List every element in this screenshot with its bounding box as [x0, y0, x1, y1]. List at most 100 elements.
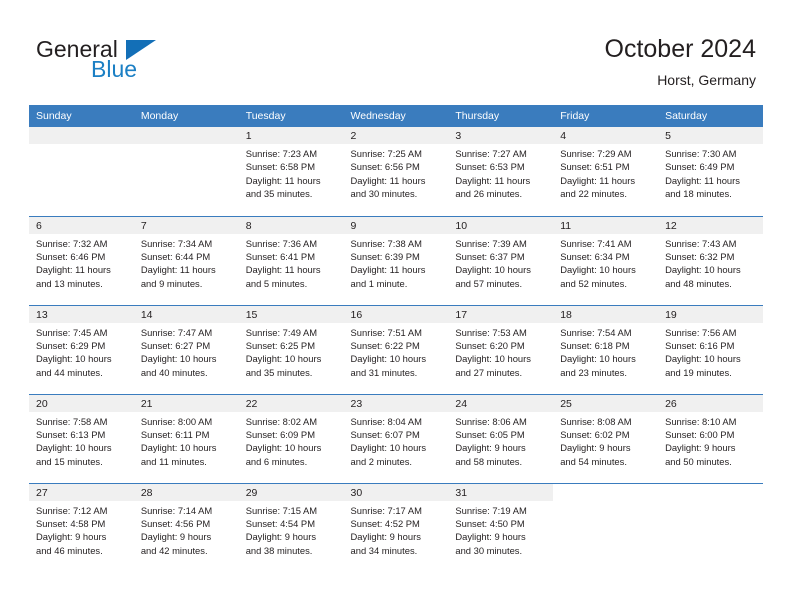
day-detail-line: and 9 minutes. [140, 277, 203, 289]
weekday-header-thursday: Thursday [448, 105, 554, 127]
day-details: Sunrise: 7:45 AM Sunset: 6:29 PM Daylight:… [29, 323, 134, 380]
calendar-day-cell[interactable]: 4 Sunrise: 7:29 AM Sunset: 6:51 PM Daylight… [553, 127, 659, 216]
day-detail-line: and 35 minutes. [245, 188, 313, 200]
day-details: Sunrise: 7:39 AM Sunset: 6:37 PM Daylight:… [448, 234, 553, 291]
day-number: 8 [238, 216, 344, 234]
calendar-day-cell[interactable]: 7 Sunrise: 7:34 AM Sunset: 6:44 PM Daylight… [133, 215, 239, 305]
day-detail-line: Sunrise: 7:27 AM [455, 148, 527, 159]
day-detail-line: Sunrise: 8:04 AM [350, 415, 422, 427]
day-detail-line: Sunrise: 7:47 AM [140, 326, 213, 338]
day-details: Sunrise: 7:54 AM Sunset: 6:18 PM Daylight:… [553, 323, 658, 380]
day-detail-line: and 30 minutes. [350, 188, 418, 200]
calendar-day-cell[interactable]: 3 Sunrise: 7:27 AM Sunset: 6:53 PM Daylight… [448, 127, 554, 216]
calendar-day-cell[interactable]: 11 Sunrise: 7:41 AM Sunset: 6:34 PM Dayligh… [553, 215, 659, 305]
calendar-day-cell[interactable]: 24 Sunrise: 8:06 AM Sunset: 6:05 PM Dayligh… [448, 393, 554, 483]
day-detail-line: Sunset: 6:16 PM [665, 339, 735, 351]
day-detail-line: Sunset: 6:13 PM [36, 428, 106, 440]
calendar-day-cell[interactable]: 9 Sunrise: 7:38 AM Sunset: 6:39 PM Daylight… [343, 215, 449, 305]
day-detail-line: Sunrise: 7:39 AM [455, 237, 527, 249]
day-detail-line: Sunrise: 7:45 AM [36, 326, 108, 338]
day-detail-line: and 26 minutes. [455, 188, 523, 200]
calendar-day-cell[interactable]: 31 Sunrise: 7:19 AM Sunset: 4:50 PM Dayligh… [448, 482, 554, 572]
day-details: Sunrise: 7:58 AM Sunset: 6:13 PM Daylight:… [29, 412, 134, 469]
calendar-day-cell[interactable]: 2 Sunrise: 7:25 AM Sunset: 6:56 PM Daylight… [343, 127, 449, 216]
calendar-day-cell[interactable]: 27 Sunrise: 7:12 AM Sunset: 4:58 PM Dayligh… [29, 482, 134, 572]
calendar-day-cell[interactable]: 28 Sunrise: 7:14 AM Sunset: 4:56 PM Dayligh… [133, 482, 239, 572]
calendar-day-cell[interactable]: 30 Sunrise: 7:17 AM Sunset: 4:52 PM Dayligh… [343, 482, 449, 572]
day-cell-inner: 20 Sunrise: 7:58 AM Sunset: 6:13 PM Dayligh… [29, 394, 134, 483]
day-number: 29 [238, 483, 344, 501]
weekday-header-monday: Monday [133, 105, 239, 127]
day-detail-line: Sunset: 4:56 PM [140, 517, 211, 529]
day-detail-line: Daylight: 10 hours [560, 353, 636, 365]
day-detail-line: and 18 minutes. [665, 188, 732, 200]
day-details: Sunrise: 7:32 AM Sunset: 6:46 PM Daylight:… [29, 234, 134, 291]
calendar-day-cell[interactable]: 19 Sunrise: 7:56 AM Sunset: 6:16 PM Dayligh… [658, 304, 763, 394]
day-detail-line: Daylight: 10 hours [140, 353, 217, 365]
calendar-day-cell[interactable]: 6 Sunrise: 7:32 AM Sunset: 6:46 PM Daylight… [29, 215, 134, 305]
day-detail-line: Sunrise: 7:51 AM [350, 326, 422, 338]
day-detail-line: Sunset: 6:34 PM [560, 250, 630, 262]
day-details: Sunrise: 7:53 AM Sunset: 6:20 PM Daylight:… [448, 323, 553, 380]
day-cell-inner [133, 127, 239, 216]
calendar-day-cell[interactable]: 10 Sunrise: 7:39 AM Sunset: 6:37 PM Dayligh… [448, 215, 554, 305]
day-cell-inner: 11 Sunrise: 7:41 AM Sunset: 6:34 PM Dayligh… [553, 216, 659, 305]
day-detail-line: Sunset: 6:20 PM [455, 339, 525, 351]
day-detail-line: Sunset: 6:07 PM [350, 428, 420, 440]
day-cell-inner: 8 Sunrise: 7:36 AM Sunset: 6:41 PM Daylight… [238, 216, 344, 305]
calendar-day-cell[interactable]: 26 Sunrise: 8:10 AM Sunset: 6:00 PM Dayligh… [658, 393, 763, 483]
calendar-day-cell[interactable]: 22 Sunrise: 8:02 AM Sunset: 6:09 PM Dayligh… [238, 393, 344, 483]
day-cell-inner: 21 Sunrise: 8:00 AM Sunset: 6:11 PM Dayligh… [133, 394, 239, 483]
calendar-day-cell[interactable]: 18 Sunrise: 7:54 AM Sunset: 6:18 PM Dayligh… [553, 304, 659, 394]
day-detail-line: Sunset: 6:32 PM [665, 250, 735, 262]
calendar-day-cell[interactable]: 5 Sunrise: 7:30 AM Sunset: 6:49 PM Daylight… [658, 127, 763, 216]
day-details: Sunrise: 7:29 AM Sunset: 6:51 PM Daylight:… [553, 144, 658, 201]
day-detail-line: and 19 minutes. [665, 366, 732, 378]
day-detail-line: Daylight: 10 hours [245, 353, 322, 365]
day-details: Sunrise: 7:14 AM Sunset: 4:56 PM Daylight:… [134, 501, 239, 558]
day-number: 15 [238, 305, 344, 323]
calendar-day-cell[interactable]: 15 Sunrise: 7:49 AM Sunset: 6:25 PM Dayligh… [238, 304, 344, 394]
day-details: Sunrise: 7:17 AM Sunset: 4:52 PM Daylight:… [344, 501, 449, 558]
brand-name-blue: Blue [91, 56, 138, 82]
day-detail-line: Daylight: 11 hours [350, 264, 426, 276]
calendar-day-cell[interactable]: 1 Sunrise: 7:23 AM Sunset: 6:58 PM Daylight… [238, 127, 344, 216]
day-detail-line: Sunrise: 7:43 AM [665, 237, 737, 249]
calendar-day-cell[interactable]: 16 Sunrise: 7:51 AM Sunset: 6:22 PM Dayligh… [343, 304, 449, 394]
day-detail-line: Sunset: 6:37 PM [455, 250, 525, 262]
day-detail-line: and 2 minutes. [350, 455, 413, 467]
calendar-week-row: 27 Sunrise: 7:12 AM Sunset: 4:58 PM Dayligh… [29, 482, 763, 572]
day-detail-line: Sunrise: 8:08 AM [560, 415, 632, 427]
calendar-day-cell[interactable]: 20 Sunrise: 7:58 AM Sunset: 6:13 PM Dayligh… [29, 393, 134, 483]
calendar-day-cell[interactable]: 13 Sunrise: 7:45 AM Sunset: 6:29 PM Dayligh… [29, 304, 134, 394]
day-detail-line: Sunrise: 7:15 AM [245, 504, 318, 516]
day-number: 31 [448, 483, 554, 501]
day-number [29, 127, 134, 144]
calendar-empty-cell [29, 127, 134, 216]
calendar-day-cell[interactable]: 21 Sunrise: 8:00 AM Sunset: 6:11 PM Dayligh… [133, 393, 239, 483]
day-detail-line: Daylight: 9 hours [455, 442, 526, 454]
day-detail-line: Sunset: 4:52 PM [350, 517, 420, 529]
day-detail-line: and 44 minutes. [36, 366, 103, 378]
calendar-week-row: 20 Sunrise: 7:58 AM Sunset: 6:13 PM Dayligh… [29, 393, 763, 483]
day-detail-line: Sunrise: 7:23 AM [245, 148, 318, 159]
day-detail-line: and 42 minutes. [140, 544, 208, 556]
day-details: Sunrise: 7:56 AM Sunset: 6:16 PM Daylight:… [658, 323, 763, 380]
calendar-day-cell[interactable]: 8 Sunrise: 7:36 AM Sunset: 6:41 PM Daylight… [238, 215, 344, 305]
day-detail-line: Sunset: 6:00 PM [665, 428, 735, 440]
day-detail-line: and 5 minutes. [245, 277, 308, 289]
day-detail-line: Sunrise: 7:12 AM [36, 504, 108, 516]
day-detail-line: and 57 minutes. [455, 277, 523, 289]
calendar-day-cell[interactable]: 23 Sunrise: 8:04 AM Sunset: 6:07 PM Dayligh… [343, 393, 449, 483]
day-number: 16 [343, 305, 449, 323]
day-detail-line: and 38 minutes. [245, 544, 313, 556]
day-cell-inner: 2 Sunrise: 7:25 AM Sunset: 6:56 PM Daylight… [343, 127, 449, 216]
calendar-day-cell[interactable]: 12 Sunrise: 7:43 AM Sunset: 6:32 PM Dayligh… [658, 215, 763, 305]
calendar-day-cell[interactable]: 29 Sunrise: 7:15 AM Sunset: 4:54 PM Dayligh… [238, 482, 344, 572]
calendar-day-cell[interactable]: 25 Sunrise: 8:08 AM Sunset: 6:02 PM Dayligh… [553, 393, 659, 483]
calendar-day-cell[interactable]: 14 Sunrise: 7:47 AM Sunset: 6:27 PM Dayligh… [133, 304, 239, 394]
calendar-day-cell[interactable]: 17 Sunrise: 7:53 AM Sunset: 6:20 PM Dayligh… [448, 304, 554, 394]
brand-logo[interactable]: General Blue [36, 36, 216, 88]
day-number: 24 [448, 394, 554, 412]
calendar-empty-cell [658, 482, 763, 572]
